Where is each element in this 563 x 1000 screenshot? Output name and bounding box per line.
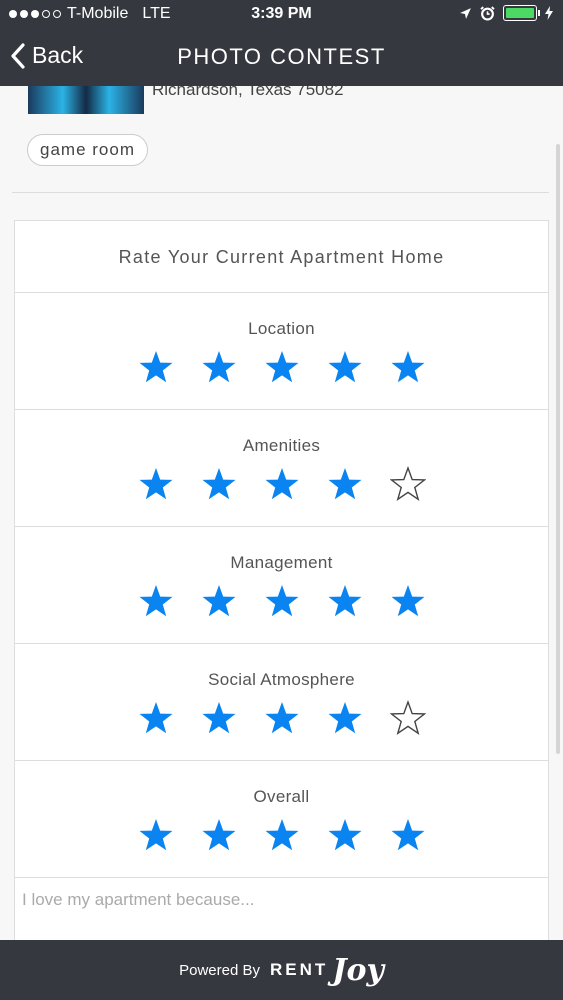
navigation-bar: Back PHOTO CONTEST — [0, 30, 563, 86]
powered-by-label: Powered By — [179, 961, 260, 979]
comment-input[interactable]: I love my apartment because... — [22, 890, 254, 910]
brand-rent: RENT — [269, 960, 329, 979]
status-right — [459, 5, 553, 21]
star-filled-icon[interactable] — [138, 466, 174, 502]
rating-row: Location — [15, 293, 548, 410]
section-divider — [12, 192, 549, 193]
battery-fill — [506, 8, 534, 18]
star-filled-icon[interactable] — [201, 583, 237, 619]
amenity-tag[interactable]: game room — [27, 134, 148, 166]
star-filled-icon[interactable] — [201, 466, 237, 502]
star-filled-icon[interactable] — [138, 349, 174, 385]
rating-list: Location Amenities Management Social Atmosp… — [15, 293, 548, 878]
footer-bar: Powered By RENT Joy — [0, 940, 563, 1000]
status-bar: T-Mobile LTE 3:39 PM — [0, 0, 563, 30]
star-filled-icon[interactable] — [327, 700, 363, 736]
rating-row: Overall — [15, 761, 548, 878]
scrollbar[interactable] — [556, 144, 560, 754]
content-area[interactable]: Richardson, Texas 75082 game room Rate Y… — [0, 86, 563, 940]
star-rating — [15, 466, 548, 502]
rentjoy-logo: RENT Joy — [270, 953, 384, 988]
star-rating — [15, 583, 548, 619]
location-arrow-icon — [460, 7, 471, 19]
star-rating — [15, 817, 548, 853]
star-filled-icon[interactable] — [264, 349, 300, 385]
star-empty-icon[interactable] — [389, 466, 426, 502]
listing-photo — [28, 86, 144, 114]
page-title: PHOTO CONTEST — [177, 44, 386, 69]
listing-address: Richardson, Texas 75082 — [152, 86, 344, 99]
brand-joy: Joy — [332, 952, 384, 988]
star-filled-icon[interactable] — [201, 817, 237, 853]
star-filled-icon[interactable] — [264, 817, 300, 853]
star-filled-icon[interactable] — [264, 583, 300, 619]
battery-icon — [503, 5, 540, 21]
alarm-icon — [480, 5, 495, 20]
rating-row: Management — [15, 527, 548, 644]
star-filled-icon[interactable] — [264, 700, 300, 736]
star-filled-icon[interactable] — [201, 700, 237, 736]
rating-row: Social Atmosphere — [15, 644, 548, 761]
star-filled-icon[interactable] — [138, 817, 174, 853]
rating-label: Location — [248, 319, 315, 338]
star-filled-icon[interactable] — [390, 583, 426, 619]
star-filled-icon[interactable] — [264, 466, 300, 502]
star-filled-icon[interactable] — [390, 349, 426, 385]
rating-row: Amenities — [15, 410, 548, 527]
star-filled-icon[interactable] — [390, 817, 426, 853]
rating-label: Management — [230, 553, 333, 572]
rating-label: Social Atmosphere — [208, 670, 355, 689]
star-filled-icon[interactable] — [201, 349, 237, 385]
star-filled-icon[interactable] — [327, 817, 363, 853]
star-rating — [15, 700, 548, 736]
star-filled-icon[interactable] — [327, 466, 363, 502]
star-rating — [15, 349, 548, 385]
rating-card-title: Rate Your Current Apartment Home — [15, 221, 548, 293]
star-filled-icon[interactable] — [327, 583, 363, 619]
star-empty-icon[interactable] — [389, 700, 426, 736]
star-filled-icon[interactable] — [138, 583, 174, 619]
rating-label: Overall — [253, 787, 310, 806]
charging-icon — [545, 6, 553, 20]
star-filled-icon[interactable] — [327, 349, 363, 385]
star-filled-icon[interactable] — [138, 700, 174, 736]
rating-label: Amenities — [242, 436, 321, 455]
rating-card: Rate Your Current Apartment Home Locatio… — [14, 220, 549, 940]
